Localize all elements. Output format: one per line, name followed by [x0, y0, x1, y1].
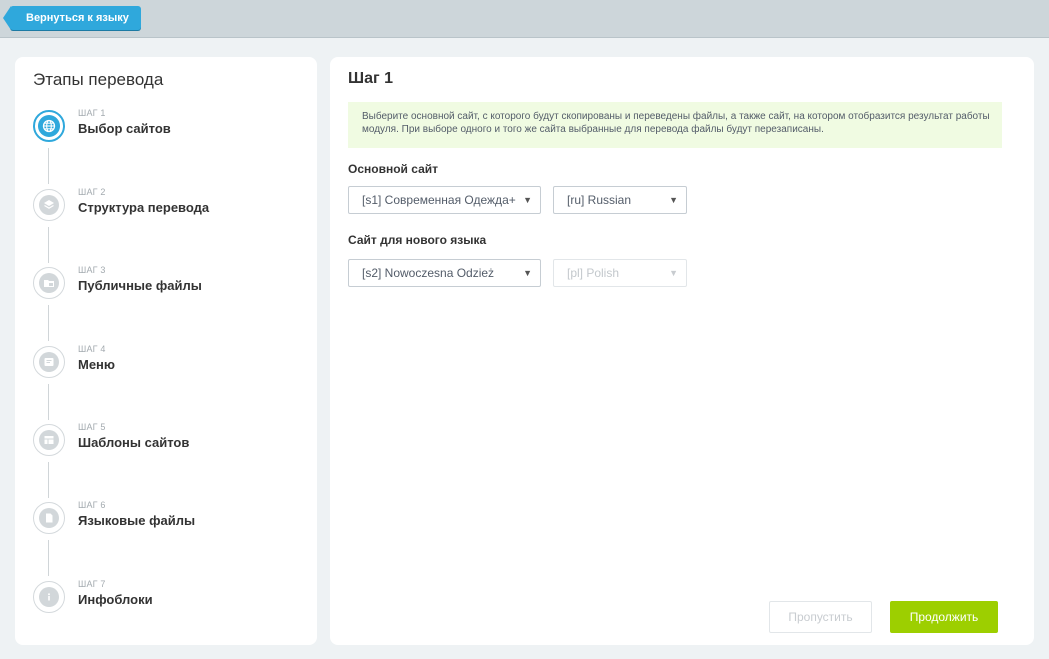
target-language-value: [pl] Polish — [567, 266, 620, 280]
step-name: Меню — [78, 357, 116, 372]
source-language-value: [ru] Russian — [567, 193, 632, 207]
folder-icon — [33, 267, 65, 299]
page-title: Шаг 1 — [348, 70, 393, 87]
back-to-language-button[interactable]: Вернуться к языку — [3, 6, 141, 30]
step-number: ШАГ 6 — [78, 500, 106, 510]
step-2[interactable]: ШАГ 2 Структура перевода — [33, 187, 313, 249]
step-1[interactable]: ШАГ 1 Выбор сайтов — [33, 108, 313, 170]
step-number: ШАГ 2 — [78, 187, 106, 197]
step-name: Выбор сайтов — [78, 121, 171, 136]
step-5[interactable]: ШАГ 5 Шаблоны сайтов — [33, 422, 313, 484]
chevron-down-icon: ▼ — [523, 195, 532, 205]
step-name: Структура перевода — [78, 200, 210, 215]
step-3[interactable]: ШАГ 3 Публичные файлы — [33, 265, 313, 327]
file-icon — [33, 502, 65, 534]
chevron-down-icon: ▼ — [523, 268, 532, 278]
step-name: Инфоблоки — [78, 592, 153, 607]
source-site-value: [s1] Современная Одежда+ — [362, 193, 516, 207]
skip-button: Пропустить — [769, 601, 872, 633]
continue-button[interactable]: Продолжить — [890, 601, 998, 633]
step-name: Языковые файлы — [78, 513, 196, 528]
chevron-down-icon: ▼ — [669, 195, 678, 205]
target-language-select: [pl] Polish ▼ — [553, 259, 687, 287]
info-icon — [33, 581, 65, 613]
target-site-value: [s2] Nowoczesna Odzież — [362, 266, 495, 280]
source-language-select[interactable]: [ru] Russian ▼ — [553, 186, 687, 214]
step-4[interactable]: ШАГ 4 Меню — [33, 344, 313, 406]
globe-icon — [33, 110, 65, 142]
target-site-select[interactable]: [s2] Nowoczesna Odzież ▼ — [348, 259, 541, 287]
source-site-label: Основной сайт — [348, 162, 438, 176]
step-number: ШАГ 4 — [78, 344, 106, 354]
top-bar: Вернуться к языку — [0, 0, 1049, 38]
step-name: Шаблоны сайтов — [78, 435, 190, 450]
step-number: ШАГ 7 — [78, 579, 106, 589]
step-number: ШАГ 1 — [78, 108, 106, 118]
step-number: ШАГ 3 — [78, 265, 106, 275]
target-site-label: Сайт для нового языка — [348, 233, 487, 247]
info-message: Выберите основной сайт, с которого будут… — [348, 102, 1002, 148]
steps-sidebar: Этапы перевода ШАГ 1 Выбор сайтов ШАГ 2 … — [15, 57, 317, 645]
step-content-panel: Шаг 1 Выберите основной сайт, с которого… — [330, 57, 1034, 645]
step-7[interactable]: ШАГ 7 Инфоблоки — [33, 579, 313, 641]
source-site-select[interactable]: [s1] Современная Одежда+ ▼ — [348, 186, 541, 214]
template-icon — [33, 424, 65, 456]
step-name: Публичные файлы — [78, 278, 202, 293]
chevron-down-icon: ▼ — [669, 268, 678, 278]
layers-icon — [33, 189, 65, 221]
menu-icon — [33, 346, 65, 378]
step-number: ШАГ 5 — [78, 422, 106, 432]
sidebar-title: Этапы перевода — [33, 70, 164, 89]
step-6[interactable]: ШАГ 6 Языковые файлы — [33, 500, 313, 562]
